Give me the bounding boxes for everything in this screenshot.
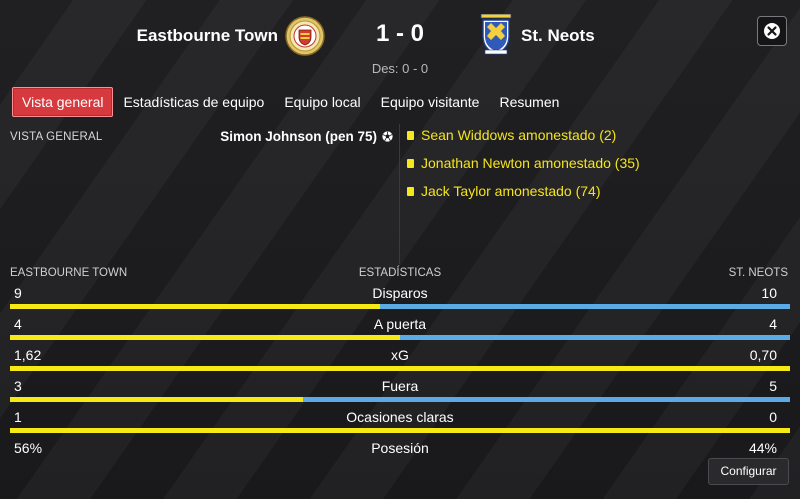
stat-label: xG [391, 347, 409, 363]
stat-bar [10, 304, 790, 309]
stat-row-xg: 1,62 xG 0,70 [10, 347, 790, 378]
close-icon [764, 23, 780, 39]
tab-bar: Vista general Estadísticas de equipo Equ… [12, 87, 569, 117]
stats-center-header: ESTADÍSTICAS [358, 267, 442, 279]
stat-away-value: 44% [748, 440, 777, 456]
tab-summary[interactable]: Resumen [489, 88, 569, 116]
stat-away-value: 10 [761, 285, 777, 301]
match-score: 1 - 0 [375, 20, 425, 47]
configure-button[interactable]: Configurar [708, 458, 789, 485]
stat-bar [10, 335, 790, 340]
yellow-card-icon [407, 130, 414, 140]
tab-team-stats[interactable]: Estadísticas de equipo [113, 88, 274, 116]
card-event[interactable]: Jonathan Newton amonestado (35) [407, 155, 640, 171]
stat-row-clear-chances: 1 Ocasiones claras 0 [10, 409, 790, 440]
card-event-text: Jonathan Newton amonestado (35) [421, 155, 640, 171]
stat-row-shots: 9 Disparos 10 [10, 285, 790, 316]
away-team-name[interactable]: St. Neots [521, 26, 595, 46]
stat-away-value: 0,70 [749, 347, 777, 363]
match-header: Eastbourne Town 1 - 0 Des: 0 - 0 St. Neo… [0, 0, 800, 80]
stat-label: Ocasiones claras [346, 409, 454, 425]
stat-away-value: 5 [769, 378, 777, 394]
yellow-card-icon [407, 158, 414, 168]
events-divider [399, 124, 400, 264]
card-event[interactable]: Jack Taylor amonestado (74) [407, 183, 601, 199]
tab-overview[interactable]: Vista general [12, 87, 114, 117]
stat-row-possession: 56% Posesión 44% [10, 440, 790, 471]
stat-row-on-target: 4 A puerta 4 [10, 316, 790, 347]
stat-bar [10, 366, 790, 371]
stat-bar-home-fill [10, 335, 400, 340]
card-event-text: Sean Widdows amonestado (2) [421, 127, 617, 143]
stat-away-value: 4 [769, 316, 777, 332]
stat-bar [10, 428, 790, 433]
stat-label: Fuera [381, 378, 419, 394]
goal-event-text: Simon Johnson (pen 75) [220, 129, 377, 144]
section-label: VISTA GENERAL [10, 131, 103, 143]
stat-label: A puerta [373, 316, 427, 332]
away-team-crest-icon[interactable] [476, 14, 516, 56]
stat-bar-home-fill [10, 304, 380, 309]
stat-row-off-target: 3 Fuera 5 [10, 378, 790, 409]
yellow-card-icon [407, 186, 414, 196]
tab-away-team[interactable]: Equipo visitante [371, 88, 490, 116]
stat-bar-home-fill [10, 397, 303, 402]
stat-bar-home-fill [10, 366, 790, 371]
stat-away-value: 0 [769, 409, 777, 425]
halftime-score: Des: 0 - 0 [371, 61, 429, 76]
stat-bar-home-fill [10, 428, 790, 433]
stats-away-header: ST. NEOTS [728, 267, 788, 279]
tab-home-team[interactable]: Equipo local [274, 88, 370, 116]
ball-icon [382, 131, 393, 142]
stat-label: Disparos [372, 285, 428, 301]
card-event[interactable]: Sean Widdows amonestado (2) [407, 127, 616, 143]
goal-event[interactable]: Simon Johnson (pen 75) [220, 129, 393, 144]
stat-label: Posesión [371, 440, 429, 456]
stat-bar [10, 397, 790, 402]
close-button[interactable] [757, 16, 787, 46]
card-event-text: Jack Taylor amonestado (74) [421, 183, 601, 199]
